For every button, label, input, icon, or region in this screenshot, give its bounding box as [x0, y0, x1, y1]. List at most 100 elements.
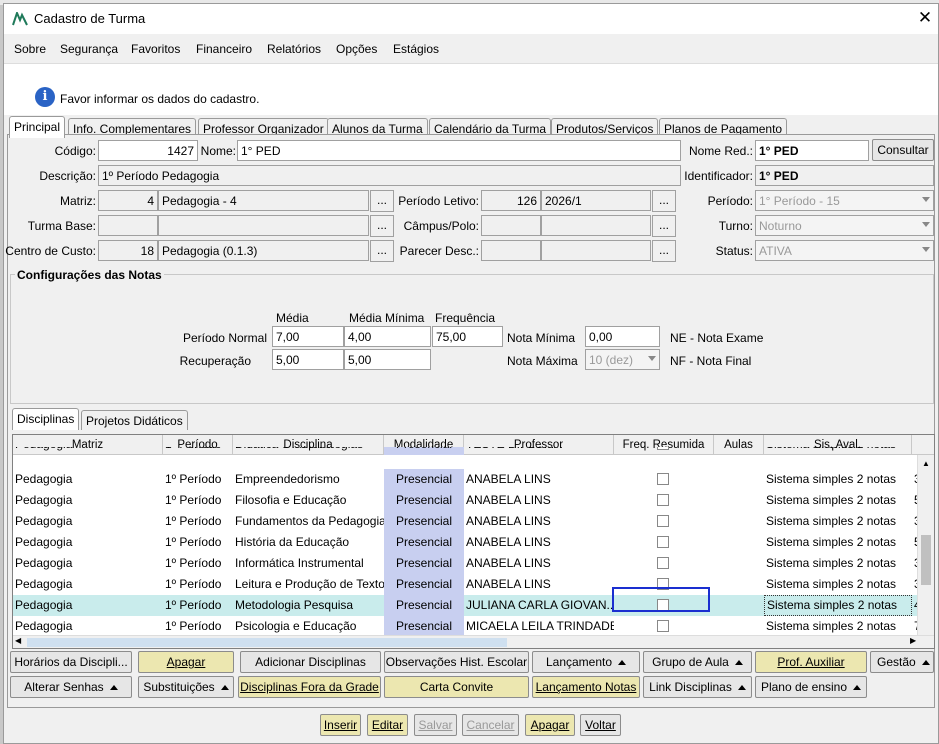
consultar-button[interactable]: Consultar — [872, 139, 934, 161]
grupo-aula-button[interactable]: Grupo de Aula — [643, 651, 752, 673]
cell-professor[interactable]: ANABELA LINS — [464, 574, 614, 595]
recuperacao-media-minima-field[interactable]: 5,00 — [344, 349, 431, 370]
table-row[interactable]: Pedagogia 1º Período Informática Instrumen… — [13, 553, 917, 574]
cell-disciplina[interactable]: Empreendedorismo — [233, 469, 384, 490]
cell-matriz[interactable]: Pedagogia — [13, 511, 163, 532]
table-row[interactable]: Pedagogia 1º Período Empreendedorismo Prese… — [13, 469, 917, 490]
cell-matriz[interactable]: Pedagogia — [13, 574, 163, 595]
cell-professor[interactable]: MICAELA LEILA TRINDADE — [464, 616, 614, 637]
matriz-code-field[interactable]: 4 — [98, 190, 158, 211]
cell-modalidade[interactable]: Presencial — [384, 532, 464, 553]
table-row[interactable]: Pedagogia 1º Período Psicologia e Educação… — [13, 616, 917, 637]
cell-matriz[interactable]: Pedagogia — [13, 616, 163, 637]
cell-matriz[interactable]: Pedagogia — [13, 553, 163, 574]
cell-modalidade[interactable]: Presencial — [384, 469, 464, 490]
periodo-letivo-code-field[interactable]: 126 — [481, 190, 541, 211]
cell-periodo[interactable]: 1º Período — [163, 616, 233, 637]
cell-periodo[interactable]: 1º Período — [163, 532, 233, 553]
scroll-up-icon[interactable]: ▲ — [922, 459, 930, 468]
normal-frequencia-field[interactable]: 75,00 — [432, 326, 503, 347]
cell-professor[interactable]: JULIANA CARLA GIOVAN... — [464, 595, 614, 616]
menu-opcoes[interactable]: Opções — [336, 42, 377, 56]
campus-code-field[interactable] — [481, 215, 541, 236]
normal-media-minima-field[interactable]: 4,00 — [344, 326, 431, 347]
nome-field[interactable]: 1° PED — [237, 140, 681, 161]
parecer-name-field[interactable] — [541, 240, 651, 261]
cell-disciplina[interactable]: Psicologia e Educação — [233, 616, 384, 637]
tab-disciplinas[interactable]: Disciplinas — [12, 408, 80, 430]
turma-base-name-field[interactable] — [158, 215, 369, 236]
descricao-field[interactable]: 1º Período Pedagogia — [98, 165, 681, 186]
centro-custo-lookup-button[interactable]: ... — [370, 240, 394, 262]
cell-professor[interactable]: ANABELA LINS — [464, 469, 614, 490]
cell-periodo[interactable]: 1º Período — [163, 490, 233, 511]
cell-disciplina[interactable]: Informática Instrumental — [233, 553, 384, 574]
horizontal-scroll-thumb[interactable] — [27, 638, 507, 647]
nota-minima-field[interactable]: 0,00 — [585, 326, 660, 347]
normal-media-field[interactable]: 7,00 — [272, 326, 344, 347]
parecer-code-field[interactable] — [481, 240, 541, 261]
cell-matriz[interactable]: Pedagogia — [13, 595, 163, 616]
cell-disciplina[interactable]: Filosofia e Educação — [233, 490, 384, 511]
cell-periodo[interactable]: 1º Período — [163, 511, 233, 532]
adicionar-disciplinas-button[interactable]: Adicionar Disciplinas — [240, 651, 381, 673]
scroll-right-icon[interactable]: ▶ — [910, 636, 916, 645]
cell-sis-aval[interactable]: Sistema simples 2 notas — [764, 553, 912, 574]
matriz-lookup-button[interactable]: ... — [370, 190, 394, 212]
tab-principal[interactable]: Principal — [9, 116, 66, 138]
prof-auxiliar-button[interactable]: Prof. Auxiliar — [755, 651, 867, 673]
centro-custo-name-field[interactable]: Pedagogia (0.1.3) — [158, 240, 369, 261]
alterar-senhas-button[interactable]: Alterar Senhas — [10, 676, 132, 698]
plano-ensino-button[interactable]: Plano de ensino — [755, 676, 867, 698]
status-select[interactable]: ATIVA — [755, 240, 934, 261]
tab-projetos-didaticos[interactable]: Projetos Didáticos — [81, 410, 188, 430]
cell-periodo[interactable]: 1º Período — [163, 553, 233, 574]
cell-sis-aval[interactable]: Sistema simples 2 notas — [764, 490, 912, 511]
cell-disciplina[interactable]: Metodologia Pesquisa — [233, 595, 384, 616]
cell-modalidade[interactable]: Presencial — [384, 595, 464, 616]
vertical-scrollbar[interactable]: ▲ — [917, 455, 934, 635]
gestao-button[interactable]: Gestão — [870, 651, 934, 673]
codigo-field[interactable]: 1427 — [98, 140, 198, 161]
cell-modalidade[interactable]: Presencial — [384, 553, 464, 574]
table-row[interactable]: Pedagogia 1º Período História da Educação P… — [13, 532, 917, 553]
freq-resumida-checkbox[interactable] — [657, 515, 669, 527]
cell-periodo[interactable]: 1º Período — [163, 574, 233, 595]
close-icon[interactable]: ✕ — [914, 7, 936, 29]
cell-disciplina[interactable]: Leitura e Produção de Textos — [233, 574, 384, 595]
disciplinas-fora-grade-button[interactable]: Disciplinas Fora da Grade — [238, 676, 381, 698]
cell-sis-aval[interactable]: Sistema simples 2 notas — [764, 511, 912, 532]
periodo-select[interactable]: 1° Período - 15 — [755, 190, 934, 211]
voltar-button[interactable]: Voltar — [580, 714, 621, 736]
inserir-button[interactable]: Inserir — [320, 714, 361, 736]
cell-sis-aval[interactable]: Sistema simples 2 notas — [764, 532, 912, 553]
lancamento-button[interactable]: Lançamento — [532, 651, 640, 673]
recuperacao-media-field[interactable]: 5,00 — [272, 349, 344, 370]
cell-sis-aval[interactable]: Sistema simples 2 notas — [764, 595, 912, 616]
menu-relatorios[interactable]: Relatórios — [267, 42, 321, 56]
freq-resumida-checkbox[interactable] — [657, 494, 669, 506]
cell-modalidade[interactable]: Presencial — [384, 574, 464, 595]
cell-sis-aval[interactable]: Sistema simples 2 notas — [764, 616, 912, 637]
table-row[interactable]: Pedagogia 1º Período Leitura e Produção de… — [13, 574, 917, 595]
campus-lookup-button[interactable]: ... — [652, 215, 676, 237]
lancamento-notas-button[interactable]: Lançamento Notas — [532, 676, 640, 698]
horarios-disciplina-button[interactable]: Horários da Discipli... — [10, 651, 132, 673]
centro-custo-code-field[interactable]: 18 — [98, 240, 158, 261]
menu-financeiro[interactable]: Financeiro — [196, 42, 252, 56]
link-disciplinas-button[interactable]: Link Disciplinas — [643, 676, 752, 698]
observacoes-hist-escolar-button[interactable]: Observações Hist. Escolar — [384, 651, 529, 673]
cell-disciplina[interactable]: Fundamentos da Pedagogia — [233, 511, 384, 532]
horizontal-scrollbar[interactable]: ◀ ▶ — [13, 635, 934, 648]
matriz-name-field[interactable]: Pedagogia - 4 — [158, 190, 369, 211]
cell-professor[interactable]: ANABELA LINS — [464, 553, 614, 574]
periodo-letivo-name-field[interactable]: 2026/1 — [541, 190, 651, 211]
cell-periodo[interactable]: 1º Período — [163, 595, 233, 616]
cell-modalidade[interactable]: Presencial — [384, 616, 464, 637]
turno-select[interactable]: Noturno — [755, 215, 934, 236]
cell-modalidade[interactable]: Presencial — [384, 490, 464, 511]
cancelar-button[interactable]: Cancelar — [462, 714, 519, 736]
cell-disciplina[interactable]: História da Educação — [233, 532, 384, 553]
carta-convite-button[interactable]: Carta Convite — [384, 676, 529, 698]
nome-red-field[interactable]: 1° PED — [755, 140, 869, 161]
